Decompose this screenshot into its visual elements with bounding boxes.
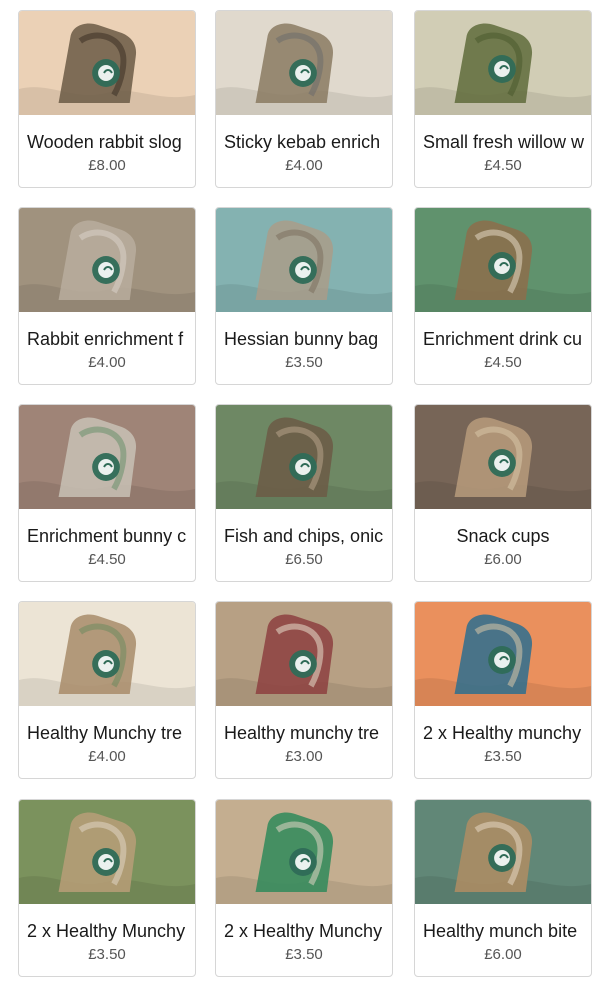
healthy-munchy-fresh-apple-image[interactable] (216, 800, 392, 904)
product-price: £3.00 (285, 748, 323, 765)
product-card[interactable]: Enrichment drink cu £4.50 (414, 207, 592, 385)
product-title[interactable]: Wooden rabbit slog (27, 131, 195, 153)
healthy-munchy-parcels-image[interactable] (415, 602, 591, 706)
product-card[interactable]: 2 x Healthy munchy £3.50 (414, 601, 592, 779)
product-caption: Healthy Munchy tre £4.00 (19, 706, 195, 778)
product-card[interactable]: Rabbit enrichment f £4.00 (18, 207, 196, 385)
product-card[interactable]: 2 x Healthy Munchy £3.50 (18, 799, 196, 977)
product-caption: 2 x Healthy Munchy £3.50 (19, 904, 195, 976)
healthy-munchy-treat-2-image[interactable] (216, 602, 392, 706)
product-title[interactable]: 2 x Healthy Munchy (27, 920, 195, 942)
product-title[interactable]: Snack cups (415, 525, 591, 547)
product-title[interactable]: Healthy munch bite (423, 920, 591, 942)
product-caption: Healthy munchy tre £3.00 (216, 706, 392, 778)
sticky-kebab-enrichment-image[interactable] (216, 11, 392, 115)
product-card[interactable]: Sticky kebab enrich £4.00 (215, 10, 393, 188)
product-card[interactable]: Healthy Munchy tre £4.00 (18, 601, 196, 779)
healthy-munch-bite-box-image[interactable] (415, 800, 591, 904)
product-grid: Wooden rabbit slog £8.00 Sticky kebab enr… (0, 0, 612, 1000)
product-price: £3.50 (484, 748, 522, 765)
product-price: £4.50 (484, 157, 522, 174)
product-card[interactable]: Healthy munch bite £6.00 (414, 799, 592, 977)
product-caption: Sticky kebab enrich £4.00 (216, 115, 392, 187)
product-price: £3.50 (285, 354, 323, 371)
willow-wreath-image[interactable] (415, 11, 591, 115)
product-title[interactable]: Healthy munchy tre (224, 722, 392, 744)
product-caption: 2 x Healthy Munchy £3.50 (216, 904, 392, 976)
product-price: £6.00 (484, 946, 522, 963)
product-price: £6.50 (285, 551, 323, 568)
product-card[interactable]: Small fresh willow w £4.50 (414, 10, 592, 188)
product-caption: Enrichment bunny c £4.50 (19, 509, 195, 581)
product-title[interactable]: Small fresh willow w (423, 131, 591, 153)
product-caption: Hessian bunny bag £3.50 (216, 312, 392, 384)
product-title[interactable]: 2 x Healthy munchy (423, 722, 591, 744)
product-card[interactable]: Wooden rabbit slog £8.00 (18, 10, 196, 188)
product-price: £4.00 (285, 157, 323, 174)
product-price: £4.50 (88, 551, 126, 568)
product-caption: 2 x Healthy munchy £3.50 (415, 706, 591, 778)
wooden-rabbit-slogan-image[interactable] (19, 11, 195, 115)
product-price: £3.50 (285, 946, 323, 963)
product-caption: Enrichment drink cu £4.50 (415, 312, 591, 384)
product-card[interactable]: Snack cups £6.00 (414, 404, 592, 582)
product-title[interactable]: Hessian bunny bag (224, 328, 392, 350)
snack-cups-image[interactable] (415, 405, 591, 509)
product-title[interactable]: 2 x Healthy Munchy (224, 920, 392, 942)
product-caption: Wooden rabbit slog £8.00 (19, 115, 195, 187)
product-title[interactable]: Fish and chips, onic (224, 525, 392, 547)
product-caption: Rabbit enrichment f £4.00 (19, 312, 195, 384)
product-title[interactable]: Healthy Munchy tre (27, 722, 195, 744)
product-price: £4.50 (484, 354, 522, 371)
product-title[interactable]: Rabbit enrichment f (27, 328, 195, 350)
product-card[interactable]: Enrichment bunny c £4.50 (18, 404, 196, 582)
product-price: £8.00 (88, 157, 126, 174)
product-caption: Fish and chips, onic £6.50 (216, 509, 392, 581)
enrichment-bunny-cone-image[interactable] (19, 405, 195, 509)
product-price: £6.00 (484, 551, 522, 568)
product-caption: Small fresh willow w £4.50 (415, 115, 591, 187)
product-title[interactable]: Enrichment bunny c (27, 525, 195, 547)
rabbit-enrichment-bag-image[interactable] (19, 208, 195, 312)
product-caption: Snack cups £6.00 (415, 509, 591, 581)
enrichment-drink-cup-image[interactable] (415, 208, 591, 312)
product-card[interactable]: Healthy munchy tre £3.00 (215, 601, 393, 779)
product-caption: Healthy munch bite £6.00 (415, 904, 591, 976)
product-card[interactable]: Fish and chips, onic £6.50 (215, 404, 393, 582)
product-title[interactable]: Enrichment drink cu (423, 328, 591, 350)
product-title[interactable]: Sticky kebab enrich (224, 131, 392, 153)
healthy-munchy-hay-image[interactable] (19, 800, 195, 904)
product-card[interactable]: Hessian bunny bag £3.50 (215, 207, 393, 385)
product-price: £3.50 (88, 946, 126, 963)
product-price: £4.00 (88, 748, 126, 765)
hessian-bunny-bag-image[interactable] (216, 208, 392, 312)
healthy-munchy-treat-image[interactable] (19, 602, 195, 706)
product-price: £4.00 (88, 354, 126, 371)
fish-and-chips-image[interactable] (216, 405, 392, 509)
product-card[interactable]: 2 x Healthy Munchy £3.50 (215, 799, 393, 977)
